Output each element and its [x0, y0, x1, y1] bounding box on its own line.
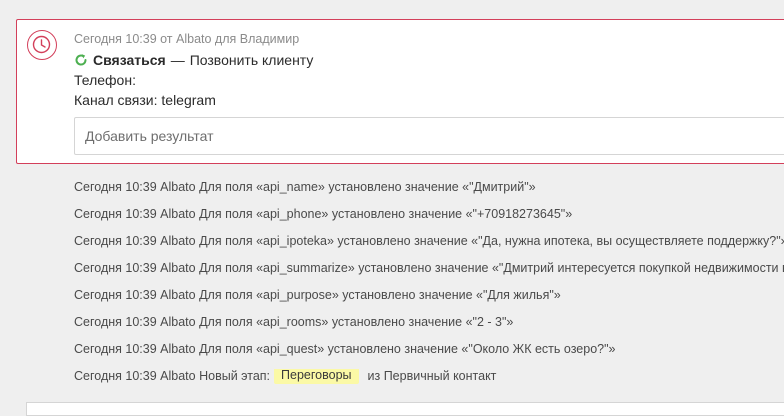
feed-author: Albato — [160, 369, 196, 383]
feed-text: Для поля «api_purpose» установлено значе… — [199, 288, 561, 302]
task-card: Сегодня 10:39 от Albato для Владимир Свя… — [16, 19, 784, 164]
feed-item: Сегодня 10:39 Albato Для поля «api_quest… — [74, 342, 784, 369]
feed-author: Albato — [160, 180, 196, 194]
stage-badge: Переговоры — [274, 369, 359, 384]
task-channel: Канал связи: telegram — [74, 92, 216, 108]
feed-item: Сегодня 10:39 Albato Для поля «api_phone… — [74, 207, 784, 234]
task-description: Позвонить клиенту — [189, 52, 314, 68]
activity-feed: Сегодня 10:39 Albato Для поля «api_name»… — [74, 180, 784, 396]
feed-author: Albato — [160, 342, 196, 356]
clock-icon — [27, 30, 57, 60]
add-result-input[interactable] — [74, 117, 784, 155]
feed-text: Для поля «api_ipoteka» установлено значе… — [199, 234, 784, 248]
feed-time: Сегодня 10:39 — [74, 180, 157, 194]
feed-item: Сегодня 10:39 Albato Для поля «api_ipote… — [74, 234, 784, 261]
feed-text: Для поля «api_name» установлено значение… — [199, 180, 536, 194]
task-title: Связаться — Позвонить клиенту — [74, 52, 313, 68]
task-dash: — — [170, 52, 185, 68]
feed-time: Сегодня 10:39 — [74, 342, 157, 356]
feed-author: Albato — [160, 288, 196, 302]
feed-item-stage-change: Сегодня 10:39 Albato Новый этап: Перегово… — [74, 369, 784, 396]
stage-change-label: Новый этап: — [199, 369, 271, 383]
feed-time: Сегодня 10:39 — [74, 315, 157, 329]
feed-author: Albato — [160, 315, 196, 329]
task-phone: Телефон: — [74, 72, 136, 88]
feed-time: Сегодня 10:39 — [74, 369, 157, 383]
feed-text: Для поля «api_quest» установлено значени… — [199, 342, 616, 356]
feed-item: Сегодня 10:39 Albato Для поля «api_summa… — [74, 261, 784, 288]
feed-text: Для поля «api_summarize» установлено зна… — [199, 261, 784, 275]
task-type-link[interactable]: Связаться — [93, 52, 166, 68]
task-meta: Сегодня 10:39 от Albato для Владимир — [74, 32, 300, 46]
feed-author: Albato — [160, 261, 196, 275]
feed-time: Сегодня 10:39 — [74, 207, 157, 221]
message-composer[interactable] — [26, 402, 784, 416]
refresh-icon — [74, 53, 88, 67]
stage-from-text: из Первичный контакт — [367, 369, 497, 383]
feed-time: Сегодня 10:39 — [74, 261, 157, 275]
feed-item: Сегодня 10:39 Albato Для поля «api_purpo… — [74, 288, 784, 315]
feed-item: Сегодня 10:39 Albato Для поля «api_rooms… — [74, 315, 784, 342]
feed-time: Сегодня 10:39 — [74, 234, 157, 248]
feed-author: Albato — [160, 234, 196, 248]
feed-text: Для поля «api_phone» установлено значени… — [199, 207, 573, 221]
feed-item: Сегодня 10:39 Albato Для поля «api_name»… — [74, 180, 784, 207]
feed-author: Albato — [160, 207, 196, 221]
feed-text: Для поля «api_rooms» установлено значени… — [199, 315, 514, 329]
feed-time: Сегодня 10:39 — [74, 288, 157, 302]
